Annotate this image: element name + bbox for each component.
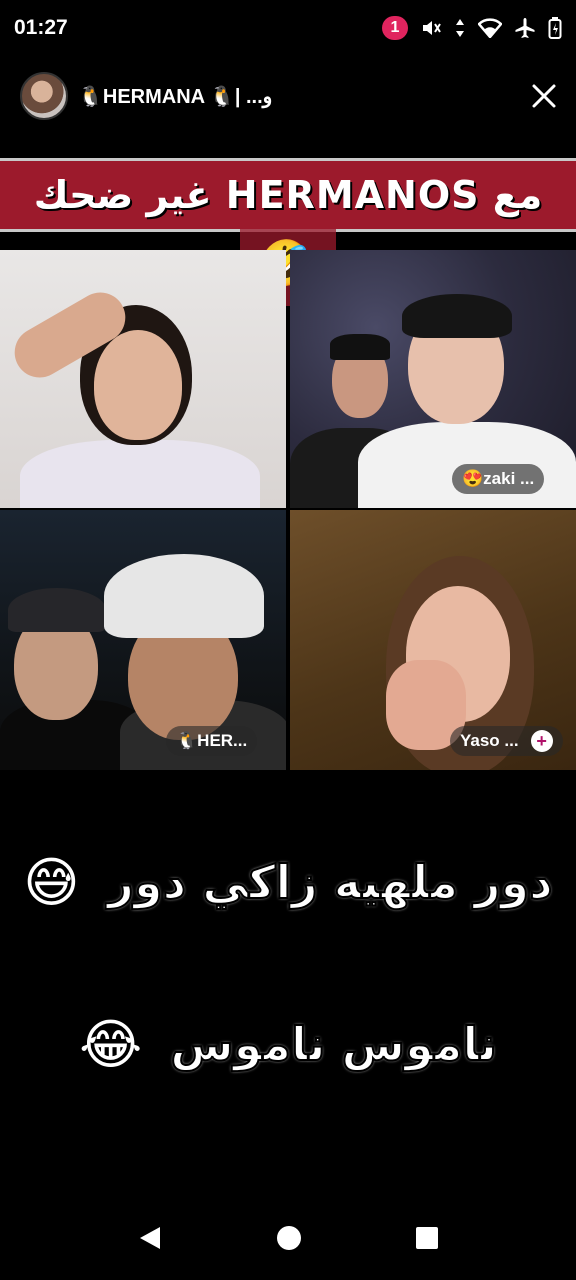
- caption-text-1: دور ملهيه زاكي دور: [107, 854, 554, 910]
- status-bar: 01:27 1: [0, 0, 576, 56]
- status-time: 01:27: [14, 16, 68, 39]
- recents-icon: [416, 1227, 439, 1249]
- participant-hair: [402, 294, 512, 338]
- title-banner: مع HERMANOS غير ضحك: [0, 158, 576, 232]
- participant-cap: [104, 554, 264, 638]
- video-tile-1[interactable]: [0, 250, 286, 508]
- home-button[interactable]: [275, 1224, 303, 1256]
- participant-name-text: Yaso ...: [460, 731, 519, 750]
- navigation-bar: [0, 1200, 576, 1280]
- close-icon: [532, 84, 556, 108]
- video-tile-2[interactable]: 😍zaki ...: [290, 250, 576, 508]
- notification-badge: 1: [382, 16, 408, 40]
- tears-of-joy-emoji-icon: 😂: [79, 1012, 143, 1076]
- participant-face: [94, 330, 182, 440]
- back-button[interactable]: [136, 1224, 164, 1256]
- caption-line-1: دور ملهيه زاكي دور 😅: [0, 842, 576, 922]
- recents-button[interactable]: [414, 1225, 440, 1255]
- home-icon: [276, 1226, 301, 1250]
- screen: 01:27 1 🐧HERMANA 🐧| ...و مع HERMANOS غير…: [0, 0, 576, 1280]
- caption-line-2: ناموس ناموس 😂: [0, 1004, 576, 1084]
- participant-body: [20, 440, 260, 508]
- wifi-icon: [478, 18, 502, 38]
- caption-text-2: ناموس ناموس: [169, 1016, 498, 1072]
- video-tile-4[interactable]: Yaso ... +: [290, 510, 576, 770]
- live-header: 🐧HERMANA 🐧| ...و: [0, 66, 576, 126]
- battery-icon: [548, 16, 562, 40]
- status-icons: 1: [382, 16, 562, 40]
- banner-text: مع HERMANOS غير ضحك: [33, 173, 543, 217]
- participant-name-label: Yaso ... +: [450, 726, 563, 756]
- close-button[interactable]: [528, 80, 560, 112]
- participant-hair: [330, 334, 390, 360]
- back-icon: [139, 1227, 160, 1249]
- mute-icon: [420, 17, 442, 39]
- airplane-icon: [514, 17, 536, 39]
- add-icon[interactable]: +: [530, 730, 553, 752]
- data-arrows-icon: [454, 17, 466, 39]
- host-account-name[interactable]: 🐧HERMANA 🐧| ...و: [78, 84, 272, 109]
- participant-name-label: 😍zaki ...: [452, 464, 545, 494]
- host-avatar[interactable]: [20, 72, 68, 120]
- participant-name-label: 🐧HER...: [166, 726, 258, 756]
- sweat-smile-emoji-icon: 😅: [23, 850, 80, 914]
- video-tile-3[interactable]: 🐧HER...: [0, 510, 286, 770]
- participant-cap: [8, 588, 106, 632]
